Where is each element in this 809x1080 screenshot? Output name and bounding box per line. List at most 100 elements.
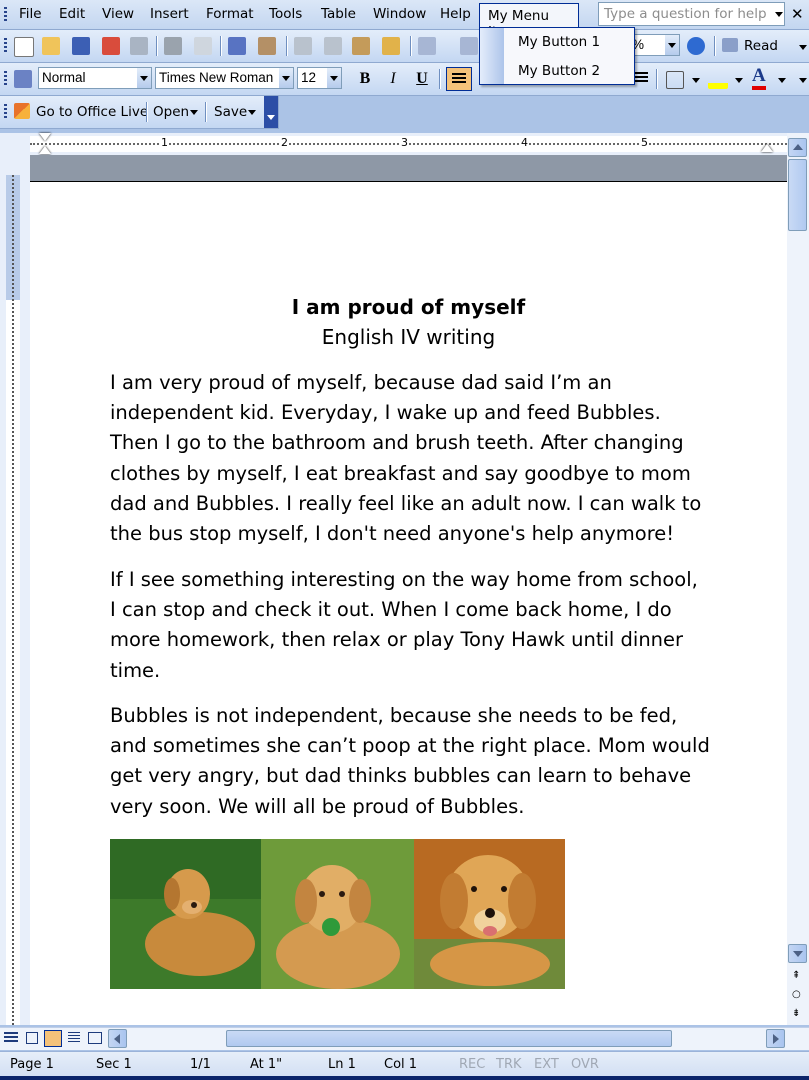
- menu-tools[interactable]: Tools: [269, 6, 302, 22]
- font-combo[interactable]: Times New Roman: [155, 67, 294, 89]
- status-trk[interactable]: TRK: [496, 1057, 522, 1072]
- dog-photos[interactable]: [110, 839, 565, 989]
- reading-layout-icon[interactable]: [88, 1032, 102, 1044]
- menu-file[interactable]: File: [19, 6, 42, 22]
- separator: [714, 36, 715, 56]
- menu-table[interactable]: Table: [321, 6, 356, 22]
- horizontal-scroll-thumb[interactable]: [226, 1030, 672, 1047]
- menubar-grip-icon[interactable]: [4, 7, 7, 23]
- read-button-label[interactable]: Read: [744, 38, 778, 54]
- borders-dropdown-icon[interactable]: [692, 78, 700, 83]
- style-dropdown-icon[interactable]: [137, 68, 151, 88]
- outline-view-icon[interactable]: [68, 1032, 80, 1044]
- bold-button[interactable]: B: [354, 68, 376, 90]
- menu-edit[interactable]: Edit: [59, 6, 85, 22]
- italic-button[interactable]: I: [382, 68, 404, 90]
- cut-icon[interactable]: [294, 37, 312, 55]
- font-color-dropdown-icon[interactable]: [778, 78, 786, 83]
- permission-icon[interactable]: [102, 37, 120, 55]
- status-column: Col 1: [384, 1057, 418, 1072]
- research-icon[interactable]: [258, 37, 276, 55]
- toolbar-grip-icon[interactable]: [4, 38, 7, 54]
- font-size-value: 12: [301, 70, 317, 85]
- vertical-ruler[interactable]: [0, 155, 30, 1025]
- select-browse-object-button[interactable]: ○: [792, 989, 801, 1000]
- zoom-dropdown-icon[interactable]: [665, 35, 679, 55]
- first-line-indent-marker[interactable]: [39, 133, 51, 141]
- toolbar-options-icon[interactable]: [799, 45, 807, 50]
- help-dropdown-icon[interactable]: [775, 12, 783, 17]
- document-page[interactable]: I am proud of myself English IV writing …: [30, 182, 787, 1025]
- vertical-scroll-thumb[interactable]: [788, 159, 807, 231]
- open-button[interactable]: Open: [153, 104, 189, 120]
- copy-icon[interactable]: [324, 37, 342, 55]
- normal-view-icon[interactable]: [4, 1032, 18, 1044]
- menu-format[interactable]: Format: [206, 6, 254, 22]
- toolbar-options-button[interactable]: [264, 96, 278, 128]
- next-page-button[interactable]: ⇟: [792, 1008, 800, 1019]
- undo-icon[interactable]: [418, 37, 436, 55]
- email-icon[interactable]: [130, 37, 148, 55]
- horizontal-ruler[interactable]: 1 2 3 4 5: [0, 133, 787, 156]
- status-ovr[interactable]: OVR: [571, 1057, 599, 1072]
- styles-icon[interactable]: [14, 70, 32, 88]
- open-dropdown-icon[interactable]: [190, 110, 198, 115]
- format-painter-icon[interactable]: [382, 37, 400, 55]
- my-button-1[interactable]: My Button 1: [518, 34, 600, 50]
- close-document-button[interactable]: ✕: [791, 5, 804, 23]
- align-left-button[interactable]: [446, 67, 472, 91]
- print-preview-icon[interactable]: [194, 37, 212, 55]
- read-icon[interactable]: [722, 38, 738, 52]
- save-icon[interactable]: [72, 37, 90, 55]
- print-icon[interactable]: [164, 37, 182, 55]
- document-canvas[interactable]: I am proud of myself English IV writing …: [30, 155, 787, 1025]
- status-ext[interactable]: EXT: [534, 1057, 559, 1072]
- help-question-box[interactable]: Type a question for help: [598, 2, 785, 26]
- right-indent-marker[interactable]: [761, 144, 773, 152]
- status-rec[interactable]: REC: [459, 1057, 485, 1072]
- menu-help[interactable]: Help: [440, 6, 471, 22]
- scroll-up-button[interactable]: [788, 138, 807, 157]
- horizontal-scrollbar[interactable]: [0, 1027, 809, 1050]
- underline-button[interactable]: U: [411, 68, 433, 90]
- hanging-indent-marker[interactable]: [39, 146, 51, 154]
- spelling-icon[interactable]: [228, 37, 246, 55]
- save-button[interactable]: Save: [214, 104, 247, 120]
- go-to-office-live-button[interactable]: Go to Office Live: [36, 104, 148, 120]
- menu-view[interactable]: View: [102, 6, 134, 22]
- font-size-combo[interactable]: 12: [297, 67, 342, 89]
- zoom-combo[interactable]: %: [628, 34, 680, 56]
- highlight-dropdown-icon[interactable]: [735, 78, 743, 83]
- borders-icon[interactable]: [666, 71, 684, 89]
- scroll-left-button[interactable]: [108, 1029, 127, 1048]
- print-layout-icon[interactable]: [44, 1030, 62, 1047]
- status-line: Ln 1: [328, 1057, 356, 1072]
- new-document-icon[interactable]: [14, 37, 34, 57]
- toolbar-grip-icon[interactable]: [4, 71, 7, 87]
- scroll-right-button[interactable]: [766, 1029, 785, 1048]
- toolbar-options-icon[interactable]: [799, 78, 807, 83]
- toolbar-grip-icon[interactable]: [4, 104, 7, 120]
- menu-insert[interactable]: Insert: [150, 6, 189, 22]
- office-live-icon: [14, 103, 30, 119]
- style-combo[interactable]: Normal: [38, 67, 152, 89]
- scroll-down-button[interactable]: [788, 944, 807, 963]
- help-icon[interactable]: [687, 37, 705, 55]
- paste-icon[interactable]: [352, 37, 370, 55]
- previous-page-button[interactable]: ⇞: [792, 970, 800, 981]
- menu-window[interactable]: Window: [373, 6, 426, 22]
- bullets-icon[interactable]: [634, 72, 648, 84]
- font-size-dropdown-icon[interactable]: [327, 68, 341, 88]
- redo-icon[interactable]: [460, 37, 478, 55]
- menu-my-menu-item[interactable]: My Menu Item: [479, 3, 579, 40]
- open-folder-icon[interactable]: [42, 37, 60, 55]
- save-dropdown-icon[interactable]: [248, 110, 256, 115]
- font-dropdown-icon[interactable]: [279, 68, 293, 88]
- my-button-2[interactable]: My Button 2: [518, 63, 600, 79]
- vertical-scrollbar[interactable]: ⇞ ○ ⇟: [787, 133, 809, 1025]
- web-layout-icon[interactable]: [26, 1032, 38, 1044]
- ruler-ticks: [30, 143, 787, 146]
- separator: [146, 102, 147, 122]
- highlight-icon[interactable]: [708, 69, 728, 89]
- font-color-icon[interactable]: A: [752, 66, 766, 90]
